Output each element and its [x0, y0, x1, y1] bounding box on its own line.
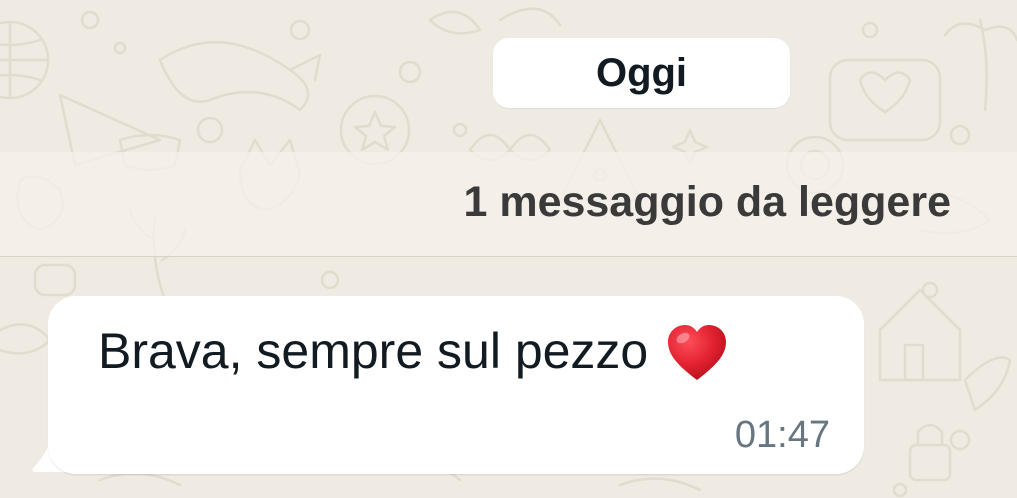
- unread-banner-text: 1 messaggio da leggere: [463, 178, 951, 226]
- message-text: Brava, sempre sul pezzo: [98, 323, 649, 379]
- message-timestamp: 01:47: [734, 414, 830, 456]
- date-separator: Oggi: [493, 38, 790, 108]
- message-text-row: Brava, sempre sul pezzo: [98, 320, 728, 382]
- message-bubble[interactable]: Brava, sempre sul pezzo 01:47: [30, 296, 866, 478]
- red-heart-icon: [666, 324, 728, 382]
- message-bubble-body: Brava, sempre sul pezzo 01:47: [48, 296, 864, 474]
